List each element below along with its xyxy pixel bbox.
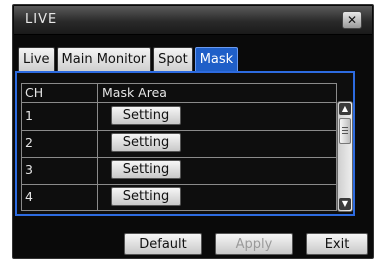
column-header-ch: CH [25, 85, 44, 100]
table-row: 1 Setting [22, 103, 336, 131]
exit-button[interactable]: Exit [306, 233, 368, 255]
tab-live[interactable]: Live [18, 47, 55, 71]
dialog-title: LIVE [25, 12, 58, 27]
chevron-up-icon: ▲ [341, 104, 349, 113]
apply-button[interactable]: Apply [215, 233, 293, 255]
scroll-down-button[interactable]: ▼ [339, 198, 351, 210]
title-bar: LIVE ✕ [14, 6, 372, 35]
channel-number: 1 [25, 108, 33, 123]
tab-bar: Live Main Monitor Spot Mask [18, 47, 240, 71]
setting-button-ch1[interactable]: Setting [111, 106, 181, 125]
setting-button-ch2[interactable]: Setting [111, 133, 181, 152]
mask-table: CH Mask Area 1 Setting 2 Setting 3 Setti… [21, 83, 337, 211]
tab-mask[interactable]: Mask [194, 47, 239, 71]
vertical-scrollbar[interactable]: ▲ ▼ [337, 101, 353, 212]
channel-number: 4 [25, 189, 33, 204]
table-row: 4 Setting [22, 184, 336, 211]
mask-panel: CH Mask Area 1 Setting 2 Setting 3 Setti… [15, 71, 355, 216]
table-row: 3 Setting [22, 157, 336, 185]
channel-number: 2 [25, 135, 33, 150]
column-header-mask-area: Mask Area [102, 85, 167, 100]
close-button[interactable]: ✕ [342, 11, 362, 29]
close-icon: ✕ [346, 13, 358, 27]
scrollbar-thumb[interactable] [339, 118, 351, 144]
channel-number: 3 [25, 162, 33, 177]
table-header: CH Mask Area [22, 84, 336, 103]
default-button[interactable]: Default [124, 233, 202, 255]
tab-main-monitor[interactable]: Main Monitor [56, 47, 152, 71]
setting-button-ch3[interactable]: Setting [111, 160, 181, 179]
chevron-down-icon: ▼ [341, 199, 349, 208]
scroll-up-button[interactable]: ▲ [339, 103, 351, 115]
tab-spot[interactable]: Spot [153, 47, 193, 71]
setting-button-ch4[interactable]: Setting [111, 187, 181, 206]
table-row: 2 Setting [22, 130, 336, 158]
